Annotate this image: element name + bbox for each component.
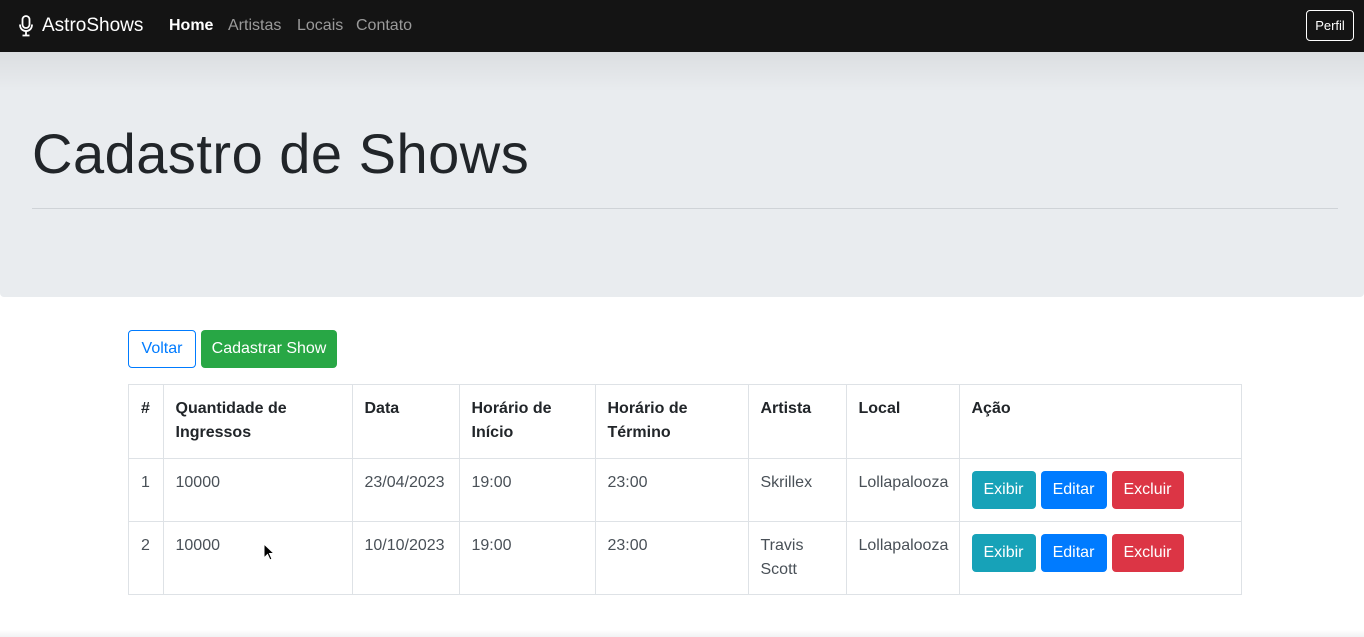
column-header-date: Data [352,385,460,459]
edit-button[interactable]: Editar [1040,470,1107,509]
page-bottom-edge [0,630,1364,637]
create-show-button[interactable]: Cadastrar Show [201,330,337,368]
divider [32,208,1338,209]
navbar: AstroShows Home Artistas Locais Contato … [0,0,1364,52]
brand-link[interactable]: AstroShows [18,13,143,39]
microphone-icon [19,15,33,37]
cell-tickets: 10000 [163,458,353,522]
nav-link-contato[interactable]: Contato [356,16,412,36]
cell-end-time: 23:00 [595,458,749,522]
cell-actions: Exibir Editar Excluir [959,458,1241,522]
cell-start-time: 19:00 [459,521,596,594]
brand-name: AstroShows [42,15,144,36]
page-header: Cadastro de Shows [0,52,1364,297]
cell-date: 23/04/2023 [352,458,460,522]
cell-actions: Exibir Editar Excluir [959,521,1241,594]
profile-button[interactable]: Perfil [1306,10,1354,41]
shows-table: # Quantidade de Ingressos Data Horário d… [128,384,1242,595]
cell-venue: Lollapalooza [846,458,960,522]
view-button[interactable]: Exibir [971,470,1036,509]
table-row: 1 10000 23/04/2023 19:00 23:00 Skrillex … [129,458,1241,522]
cell-venue: Lollapalooza [846,521,960,594]
delete-button[interactable]: Excluir [1111,470,1184,509]
column-header-artist: Artista [748,385,847,459]
cell-id: 2 [129,521,164,594]
cell-date: 10/10/2023 [352,521,460,594]
nav-link-home[interactable]: Home [169,16,213,36]
nav-link-locais[interactable]: Locais [297,16,343,36]
view-button[interactable]: Exibir [971,533,1036,572]
edit-button[interactable]: Editar [1040,533,1107,572]
delete-button[interactable]: Excluir [1111,533,1184,572]
table-row: 2 10000 10/10/2023 19:00 23:00 Travis Sc… [129,521,1241,594]
cell-artist: Skrillex [748,458,847,522]
cell-id: 1 [129,458,164,522]
nav-link-artistas[interactable]: Artistas [228,16,281,36]
column-header-venue: Local [846,385,960,459]
page-title: Cadastro de Shows [32,122,530,185]
column-header-start-time: Horário de Início [459,385,596,459]
cell-tickets: 10000 [163,521,353,594]
column-header-tickets: Quantidade de Ingressos [163,385,353,459]
back-button[interactable]: Voltar [128,330,196,368]
cell-artist: Travis Scott [748,521,847,594]
column-header-action: Ação [959,385,1241,459]
column-header-end-time: Horário de Término [595,385,749,459]
cell-end-time: 23:00 [595,521,749,594]
column-header-number: # [129,385,164,459]
mouse-cursor-icon [263,543,275,561]
table-header-row: # Quantidade de Ingressos Data Horário d… [129,385,1241,459]
cell-start-time: 19:00 [459,458,596,522]
